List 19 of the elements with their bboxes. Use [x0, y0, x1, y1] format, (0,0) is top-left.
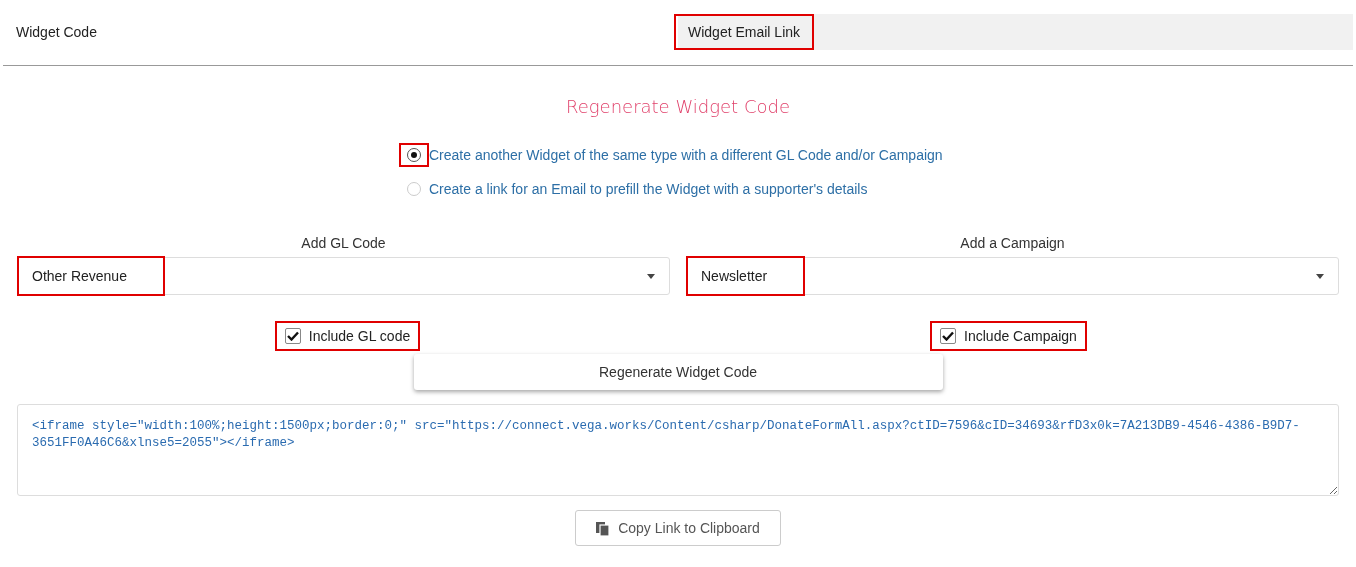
- code-field[interactable]: <iframe style="width:100%;height:1500px;border:0;" src="https://connect.vega.works/Content/csharp/DonateFormAll.aspx?ctID=7596&cID=34693&rfD3x0k=7A213DB9-4546-4386-B9D7-3651FF0A46C6&xlnse5=2055"></iframe>: [17, 404, 1339, 496]
- caret-icon: [1316, 273, 1324, 279]
- checkbox-label: Include Campaign: [964, 328, 1077, 344]
- checkbox-label: Include GL code: [308, 328, 411, 344]
- tab-label: Widget Email Link: [676, 16, 813, 48]
- regenerate-button[interactable]: Regenerate Widget Code: [413, 354, 943, 390]
- dropdown-field[interactable]: Newsletter: [686, 257, 1339, 295]
- field-label: Add a Campaign: [960, 235, 1065, 251]
- checkbox[interactable]: [940, 328, 957, 344]
- dropdown-field[interactable]: Other Revenue: [17, 257, 670, 295]
- radio-label[interactable]: Create another Widget of the same type with a different GL Code and/or Campaign: [429, 147, 943, 163]
- section-heading: Regenerate Widget Code: [565, 96, 791, 117]
- tab-label: Widget Code: [15, 23, 98, 42]
- checkbox[interactable]: [284, 328, 301, 344]
- radio-label[interactable]: Create a link for an Email to prefill the Widget with a supporter's details: [429, 181, 868, 197]
- caret-icon: [647, 273, 655, 279]
- clipboard-icon: [596, 520, 611, 536]
- copy-button[interactable]: Copy Link to Clipboard: [575, 510, 781, 546]
- field-label: Add GL Code: [301, 235, 386, 251]
